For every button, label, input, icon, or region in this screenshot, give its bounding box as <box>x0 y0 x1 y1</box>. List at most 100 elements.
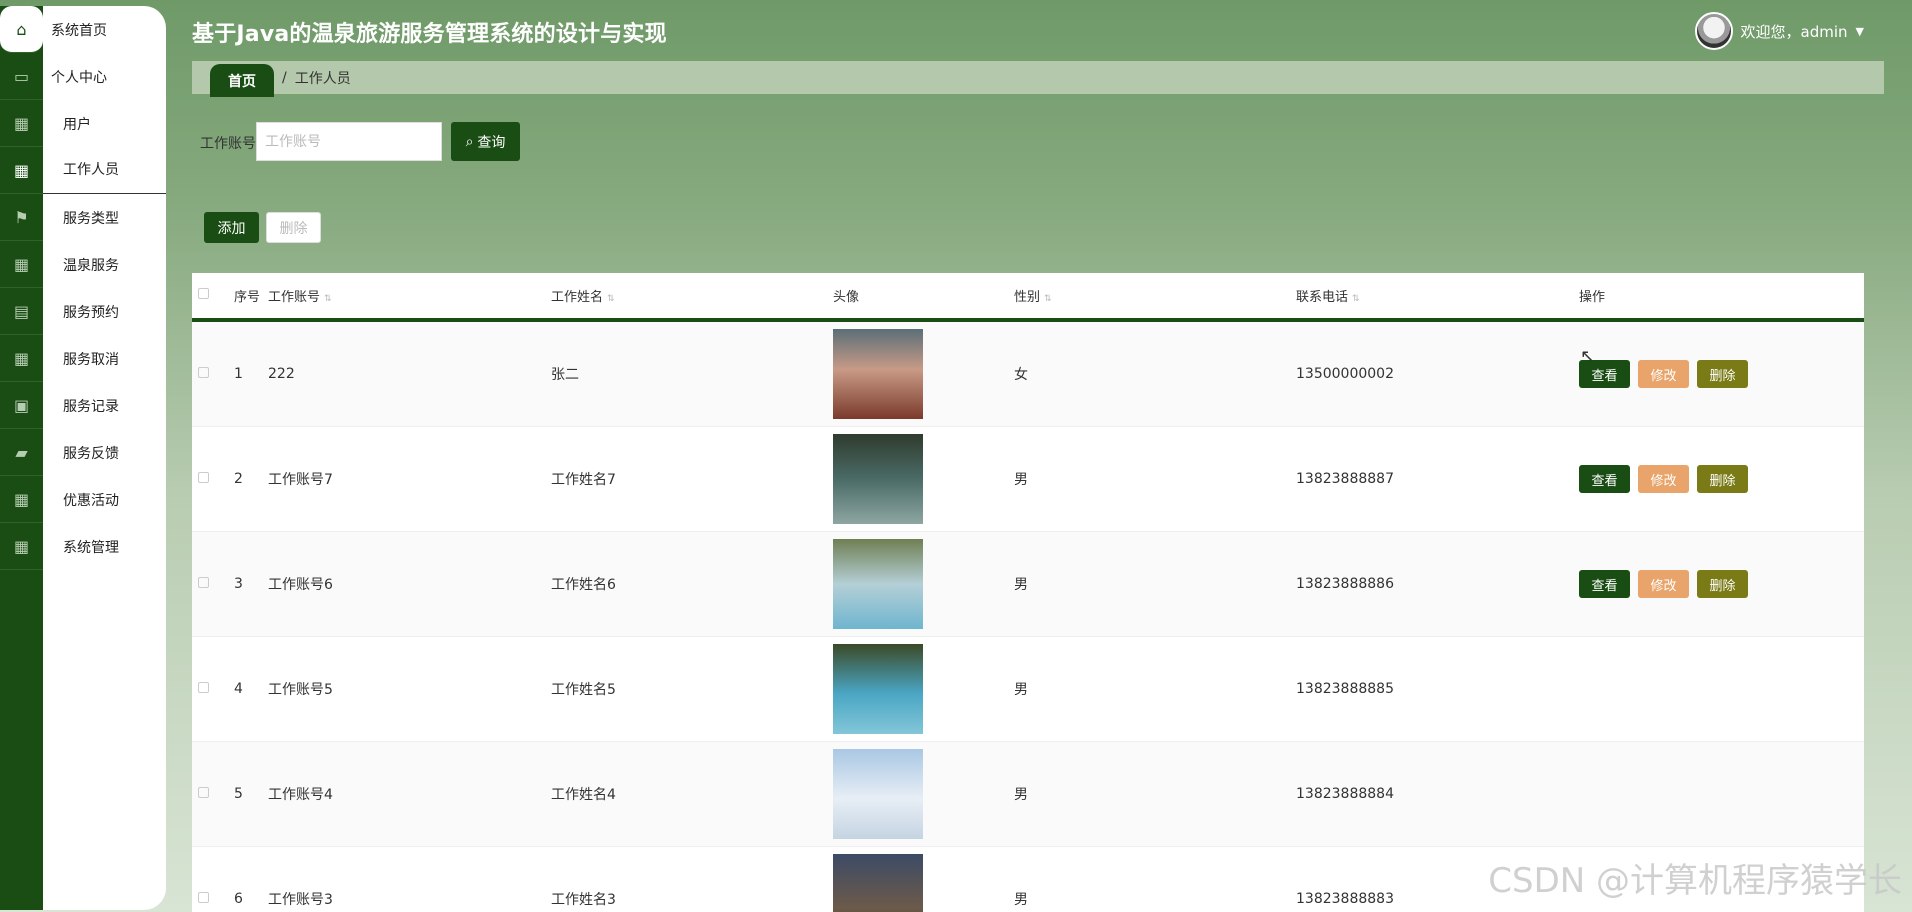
breadcrumb: 首页 / 工作人员 <box>192 61 1884 97</box>
sidebar-item-service-cancel[interactable]: ▦ 服务取消 <box>0 335 166 382</box>
avatar-thumbnail[interactable] <box>833 749 923 839</box>
sidebar-item-label: 服务类型 <box>63 210 119 227</box>
table-header: 序号 工作账号 ⇅ 工作姓名 ⇅ 头像 性别 ⇅ 联系电话 ⇅ 操作 <box>192 273 1864 322</box>
col-phone[interactable]: 联系电话 ⇅ <box>1296 286 1579 305</box>
sidebar-item-label: 服务预约 <box>63 304 119 321</box>
grid-icon: ▦ <box>0 147 43 194</box>
col-name[interactable]: 工作姓名 ⇅ <box>551 286 833 305</box>
grid-icon: ▦ <box>0 100 43 147</box>
sidebar-item-profile[interactable]: ▭ 个人中心 <box>0 53 166 100</box>
sidebar-item-label: 优惠活动 <box>63 492 119 509</box>
cell-name: 工作姓名4 <box>551 787 616 803</box>
row-checkbox[interactable] <box>198 787 209 798</box>
row-actions: 查看 修改 删除 <box>1579 465 1859 493</box>
row-actions: 查看 修改 删除 <box>1579 570 1859 598</box>
sidebar-item-label: 服务取消 <box>63 351 119 368</box>
table-row: 4 工作账号5 工作姓名5 男 13823888885 <box>192 637 1864 742</box>
sort-icon[interactable]: ⇅ <box>1352 294 1360 304</box>
clipboard-icon: ▤ <box>0 288 43 335</box>
query-button[interactable]: ⌕ 查询 <box>451 122 520 161</box>
home-icon: ⌂ <box>0 6 43 53</box>
sidebar-item-label: 服务记录 <box>63 398 119 415</box>
grid-icon: ▦ <box>0 476 43 523</box>
avatar-thumbnail[interactable] <box>833 434 923 524</box>
sidebar-item-staff[interactable]: ▦ 工作人员 <box>0 147 166 194</box>
avatar-thumbnail[interactable] <box>833 854 923 912</box>
cell-gender: 男 <box>1014 892 1028 908</box>
cell-name: 工作姓名7 <box>551 472 616 488</box>
breadcrumb-current: 工作人员 <box>294 70 351 87</box>
avatar-thumbnail[interactable] <box>833 329 923 419</box>
grid-icon: ▦ <box>0 335 43 382</box>
cell-phone: 13823888887 <box>1296 471 1394 487</box>
welcome-text: 欢迎您，admin <box>1740 22 1848 41</box>
cell-name: 张二 <box>551 367 579 383</box>
avatar <box>1694 12 1733 50</box>
col-gender[interactable]: 性别 ⇅ <box>1014 286 1296 305</box>
sort-icon[interactable]: ⇅ <box>607 294 615 304</box>
cell-name: 工作姓名3 <box>551 892 616 908</box>
sidebar-item-label: 系统管理 <box>63 539 119 556</box>
select-all-checkbox[interactable] <box>198 288 209 299</box>
tray-icon: ▣ <box>0 382 43 429</box>
cell-index: 6 <box>234 891 243 907</box>
cell-account: 222 <box>268 366 295 382</box>
cell-index: 1 <box>234 366 243 382</box>
user-menu[interactable]: 欢迎您，admin ▼ <box>1694 12 1864 50</box>
cell-account: 工作账号4 <box>268 787 333 803</box>
row-delete-button[interactable]: 删除 <box>1697 465 1748 493</box>
sort-icon[interactable]: ⇅ <box>324 294 332 304</box>
table-row: 5 工作账号4 工作姓名4 男 13823888884 <box>192 742 1864 847</box>
edit-button[interactable]: 修改 <box>1638 360 1689 388</box>
sidebar: ⌂ 系统首页 ▭ 个人中心 ▦ 用户 ▦ 工作人员 ⚑ 服务类型 ▦ 温泉服务 … <box>0 6 166 910</box>
edit-button[interactable]: 修改 <box>1638 465 1689 493</box>
breadcrumb-home[interactable]: 首页 <box>210 64 274 97</box>
sidebar-item-users[interactable]: ▦ 用户 <box>0 100 166 147</box>
row-delete-button[interactable]: 删除 <box>1697 570 1748 598</box>
sidebar-item-promotions[interactable]: ▦ 优惠活动 <box>0 476 166 523</box>
table-row: 2 工作账号7 工作姓名7 男 13823888887 查看 修改 删除 <box>192 427 1864 532</box>
cell-account: 工作账号3 <box>268 892 333 908</box>
sidebar-item-label: 温泉服务 <box>63 257 119 274</box>
grid-icon: ▦ <box>0 523 43 570</box>
add-button[interactable]: 添加 <box>204 212 259 243</box>
search-input[interactable] <box>256 122 442 161</box>
cell-account: 工作账号5 <box>268 682 333 698</box>
col-avatar: 头像 <box>833 290 860 305</box>
cell-phone: 13823888886 <box>1296 576 1394 592</box>
view-button[interactable]: 查看 <box>1579 465 1630 493</box>
cell-name: 工作姓名6 <box>551 577 616 593</box>
sidebar-item-service-booking[interactable]: ▤ 服务预约 <box>0 288 166 335</box>
view-button[interactable]: 查看 <box>1579 570 1630 598</box>
sidebar-item-system[interactable]: ▦ 系统管理 <box>0 523 166 570</box>
row-checkbox[interactable] <box>198 892 209 903</box>
row-checkbox[interactable] <box>198 472 209 483</box>
sidebar-item-service-types[interactable]: ⚑ 服务类型 <box>0 194 166 241</box>
edit-button[interactable]: 修改 <box>1638 570 1689 598</box>
delete-button[interactable]: 删除 <box>266 212 321 243</box>
row-checkbox[interactable] <box>198 577 209 588</box>
cell-phone: 13823888885 <box>1296 681 1394 697</box>
row-delete-button[interactable]: 删除 <box>1697 360 1748 388</box>
search-label: 工作账号 <box>200 136 256 152</box>
cell-index: 5 <box>234 786 243 802</box>
sidebar-item-hotspring-service[interactable]: ▦ 温泉服务 <box>0 241 166 288</box>
cell-index: 2 <box>234 471 243 487</box>
breadcrumb-separator: / <box>282 69 287 86</box>
col-account[interactable]: 工作账号 ⇅ <box>268 286 551 305</box>
sidebar-item-home[interactable]: ⌂ 系统首页 <box>0 6 166 53</box>
avatar-thumbnail[interactable] <box>833 539 923 629</box>
sidebar-item-service-records[interactable]: ▣ 服务记录 <box>0 382 166 429</box>
avatar-thumbnail[interactable] <box>833 644 923 734</box>
cell-phone: 13500000002 <box>1296 366 1394 382</box>
row-checkbox[interactable] <box>198 367 209 378</box>
table-row: 3 工作账号6 工作姓名6 男 13823888886 查看 修改 删除 <box>192 532 1864 637</box>
cell-index: 4 <box>234 681 243 697</box>
sidebar-item-label: 工作人员 <box>43 147 166 194</box>
cell-gender: 男 <box>1014 682 1028 698</box>
cell-gender: 男 <box>1014 577 1028 593</box>
sort-icon[interactable]: ⇅ <box>1044 294 1052 304</box>
app-title: 基于Java的温泉旅游服务管理系统的设计与实现 <box>192 22 667 47</box>
sidebar-item-service-feedback[interactable]: ▰ 服务反馈 <box>0 429 166 476</box>
row-checkbox[interactable] <box>198 682 209 693</box>
